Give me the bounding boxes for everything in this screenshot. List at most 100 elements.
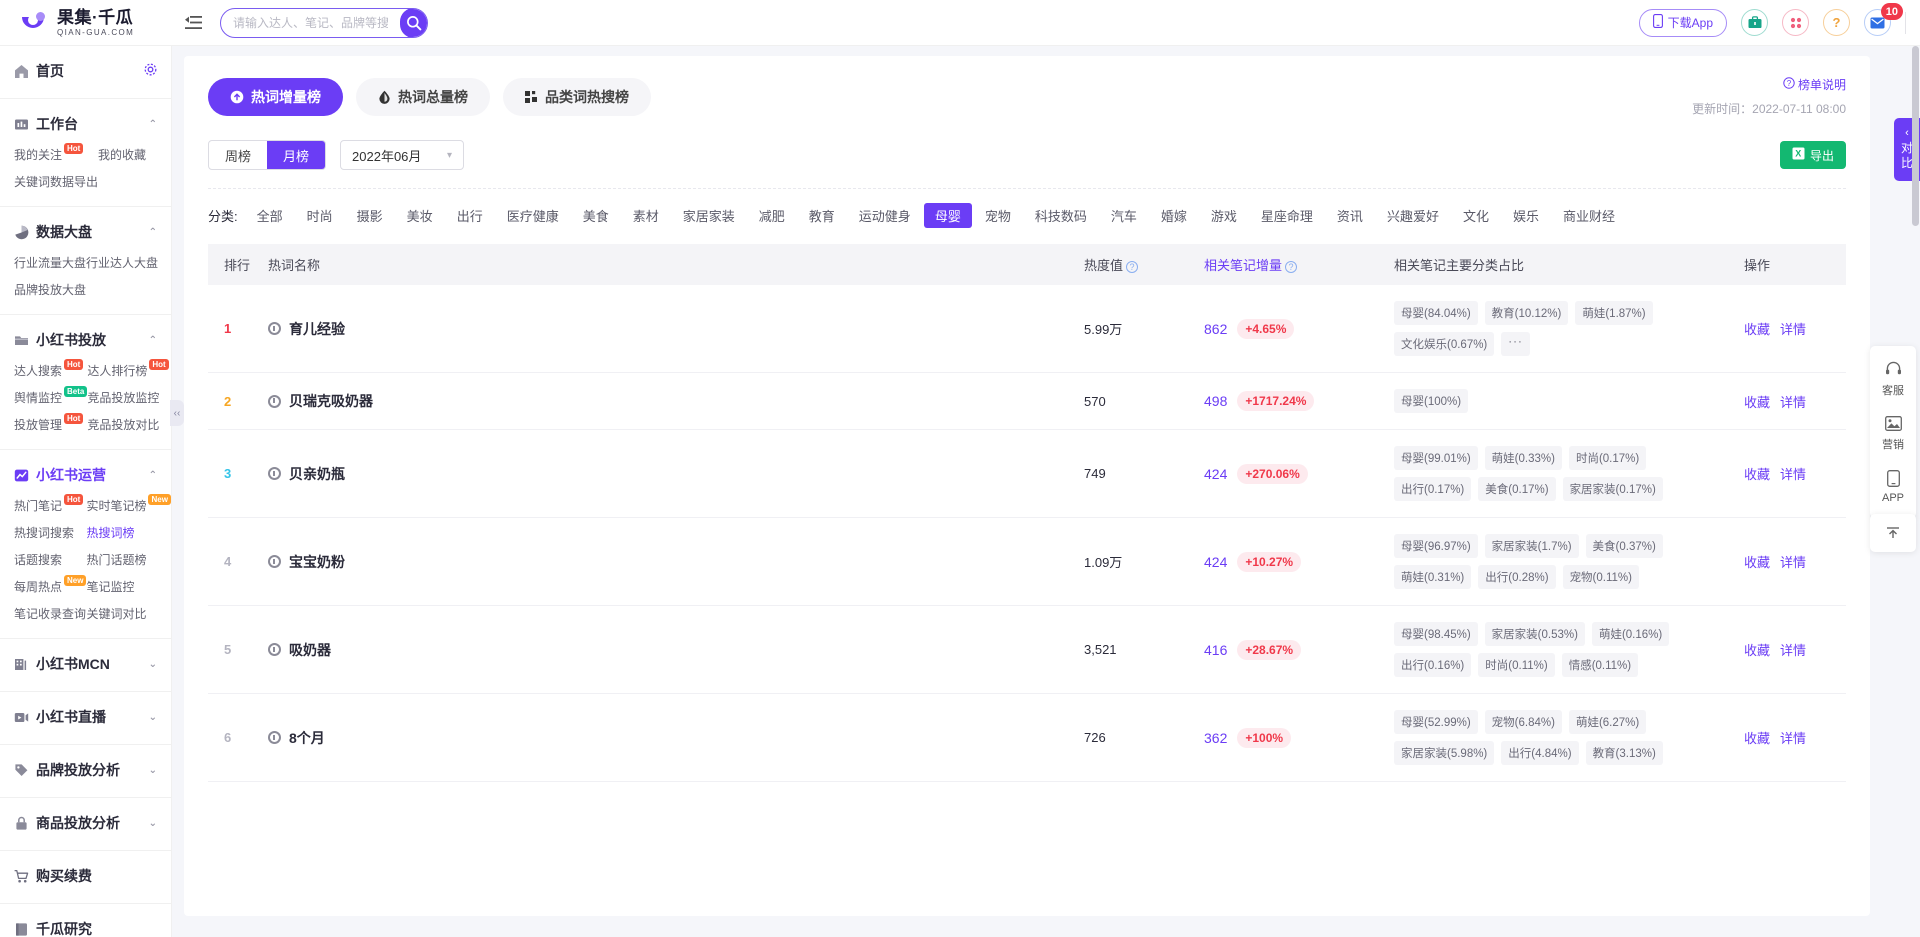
page-scrollbar[interactable] <box>1912 46 1919 226</box>
sidebar-item-话题搜索[interactable]: 话题搜索 <box>14 547 86 572</box>
detail-link[interactable]: 详情 <box>1780 731 1806 746</box>
nav-header-商品投放分析[interactable]: 商品投放分析 ⌄ <box>0 808 171 838</box>
sidebar-item-行业流量大盘[interactable]: 行业流量大盘 <box>14 250 86 275</box>
detail-link[interactable]: 详情 <box>1780 395 1806 410</box>
gear-icon[interactable] <box>144 63 157 79</box>
detail-link[interactable]: 详情 <box>1780 322 1806 337</box>
menu-fold-icon[interactable] <box>182 11 206 35</box>
help-icon[interactable]: ? <box>1823 9 1850 36</box>
category-教育[interactable]: 教育 <box>798 203 846 228</box>
global-search[interactable] <box>220 7 428 38</box>
chevron-up-icon[interactable]: ⌃ <box>149 470 157 481</box>
sidebar-collapse-handle[interactable]: ‹‹ <box>170 400 184 426</box>
chevron-up-icon[interactable]: ⌃ <box>149 119 157 130</box>
row-keyword-label[interactable]: 宝宝奶粉 <box>289 552 345 572</box>
sidebar-item-热搜词榜[interactable]: 热搜词榜 <box>86 520 170 545</box>
detail-link[interactable]: 详情 <box>1780 643 1806 658</box>
chevron-up-icon[interactable]: ⌃ <box>149 227 157 238</box>
sidebar-item-舆情监控[interactable]: 舆情监控 Beta <box>14 385 88 410</box>
category-filter[interactable]: 分类: 全部 时尚 摄影 美妆 出行 医疗健康 美食 素材 家居家装 减肥 教育 运动健身 母婴 宠物 科技… <box>208 189 1846 240</box>
row-keyword-label[interactable]: 贝亲奶瓶 <box>289 464 345 484</box>
sidebar-item-品牌投放大盘[interactable]: 品牌投放大盘 <box>14 277 86 302</box>
category-游戏[interactable]: 游戏 <box>1200 203 1248 228</box>
search-input[interactable] <box>221 8 400 37</box>
category-婚嫁[interactable]: 婚嫁 <box>1150 203 1198 228</box>
rail-item-APP[interactable]: APP <box>1870 461 1916 513</box>
chevron-down-icon[interactable]: ⌄ <box>149 659 157 670</box>
period-月榜[interactable]: 月榜 <box>267 141 326 169</box>
search-icon[interactable] <box>400 8 427 37</box>
sidebar[interactable]: 首页 工作台 ⌃ 我的关注 Hot 我的收藏 关键词数据导出 数据大盘 ⌃ 行业流量大盘 行业达人大… <box>0 46 172 937</box>
nav-header-工作台[interactable]: 工作台 ⌃ <box>0 109 171 139</box>
growth-help-icon[interactable]: ? <box>1285 260 1298 273</box>
tab-热词增量榜[interactable]: 热词增量榜 <box>208 78 343 116</box>
sidebar-item-每周热点[interactable]: 每周热点 New <box>14 574 87 599</box>
row-keyword-label[interactable]: 8个月 <box>289 728 325 748</box>
table-row[interactable]: 4 宝宝奶粉 1.09万 424 +10.27% 母婴(96.97%) 家居家装(1.7%)… <box>208 517 1846 606</box>
ranking-tabs[interactable]: 热词增量榜 热词总量榜 品类词热搜榜 <box>208 78 1846 116</box>
nav-header-千瓜研究[interactable]: 千瓜研究 <box>0 914 171 937</box>
tab-品类词热搜榜[interactable]: 品类词热搜榜 <box>503 78 651 116</box>
sidebar-item-热门话题榜[interactable]: 热门话题榜 <box>86 547 170 572</box>
category-医疗健康[interactable]: 医疗健康 <box>496 203 570 228</box>
sidebar-item-投放管理[interactable]: 投放管理 Hot <box>14 412 87 437</box>
category-商业财经[interactable]: 商业财经 <box>1552 203 1626 228</box>
favorite-link[interactable]: 收藏 <box>1744 467 1770 482</box>
sidebar-item-竞品投放监控[interactable]: 竞品投放监控 <box>87 385 168 410</box>
category-时尚[interactable]: 时尚 <box>296 203 344 228</box>
category-减肥[interactable]: 减肥 <box>748 203 796 228</box>
back-to-top-button[interactable] <box>1870 514 1916 552</box>
category-美妆[interactable]: 美妆 <box>396 203 444 228</box>
nav-header-小红书直播[interactable]: 小红书直播 ⌄ <box>0 702 171 732</box>
category-全部[interactable]: 全部 <box>246 203 294 228</box>
favorite-link[interactable]: 收藏 <box>1744 643 1770 658</box>
sidebar-item-达人搜索[interactable]: 达人搜索 Hot <box>14 358 87 383</box>
sidebar-item-热门笔记[interactable]: 热门笔记 Hot <box>14 493 86 518</box>
category-素材[interactable]: 素材 <box>622 203 670 228</box>
chevron-down-icon[interactable]: ⌄ <box>149 765 157 776</box>
category-科技数码[interactable]: 科技数码 <box>1024 203 1098 228</box>
more-categories-chip[interactable]: ··· <box>1501 332 1530 356</box>
sidebar-item-实时笔记榜[interactable]: 实时笔记榜 New <box>86 493 171 518</box>
month-select[interactable]: 2022年06月 ▾ <box>340 140 465 170</box>
sidebar-item-关键词对比[interactable]: 关键词对比 <box>86 601 170 626</box>
period-toggle[interactable]: 周榜 月榜 <box>208 140 327 170</box>
category-摄影[interactable]: 摄影 <box>346 203 394 228</box>
category-美食[interactable]: 美食 <box>572 203 620 228</box>
download-app-button[interactable]: 下载App <box>1638 8 1727 37</box>
table-row[interactable]: 5 吸奶器 3,521 416 +28.67% 母婴(98.45%) 家居家装(0.53%)… <box>208 605 1846 694</box>
category-星座命理[interactable]: 星座命理 <box>1250 203 1324 228</box>
chevron-down-icon[interactable]: ⌄ <box>149 818 157 829</box>
category-出行[interactable]: 出行 <box>446 203 494 228</box>
category-家居家装[interactable]: 家居家装 <box>672 203 746 228</box>
heat-help-icon[interactable]: ? <box>1126 260 1139 273</box>
sidebar-item-行业达人大盘[interactable]: 行业达人大盘 <box>86 250 158 275</box>
period-周榜[interactable]: 周榜 <box>209 141 267 169</box>
row-keyword-label[interactable]: 吸奶器 <box>289 640 331 660</box>
category-文化[interactable]: 文化 <box>1452 203 1500 228</box>
table-row[interactable]: 3 贝亲奶瓶 749 424 +270.06% 母婴(99.01%) 萌娃(0.33%) 时尚… <box>208 429 1846 518</box>
tab-热词总量榜[interactable]: 热词总量榜 <box>356 78 490 116</box>
rail-actions[interactable]: 客服 营销 APP <box>1870 346 1916 518</box>
category-母婴[interactable]: 母婴 <box>923 203 972 228</box>
category-兴趣爱好[interactable]: 兴趣爱好 <box>1376 203 1450 228</box>
nav-header-购买续费[interactable]: 购买续费 <box>0 861 171 891</box>
sidebar-item-我的收藏[interactable]: 我的收藏 <box>98 142 157 167</box>
rail-item-营销[interactable]: 营销 <box>1870 407 1916 461</box>
chevron-up-icon[interactable]: ⌃ <box>149 335 157 346</box>
sidebar-item-我的关注[interactable]: 我的关注 Hot <box>14 142 98 167</box>
mail-icon[interactable]: 10 <box>1864 3 1903 36</box>
category-资讯[interactable]: 资讯 <box>1326 203 1374 228</box>
grid-apps-icon[interactable] <box>1782 9 1809 36</box>
favorite-link[interactable]: 收藏 <box>1744 555 1770 570</box>
nav-header-首页[interactable]: 首页 <box>0 56 171 86</box>
nav-header-小红书运营[interactable]: 小红书运营 ⌃ <box>0 460 171 490</box>
nav-header-品牌投放分析[interactable]: 品牌投放分析 ⌄ <box>0 755 171 785</box>
detail-link[interactable]: 详情 <box>1780 555 1806 570</box>
table-row[interactable]: 1 育儿经验 5.99万 862 +4.65% 母婴(84.04%) 教育(10.12%) 萌… <box>208 285 1846 373</box>
category-运动健身[interactable]: 运动健身 <box>848 203 922 228</box>
sidebar-item-竞品投放对比[interactable]: 竞品投放对比 <box>87 412 168 437</box>
rank-explain-link[interactable]: ? 榜单说明 <box>1783 76 1846 93</box>
sidebar-item-达人排行榜[interactable]: 达人排行榜 Hot <box>87 358 169 383</box>
category-娱乐[interactable]: 娱乐 <box>1502 203 1550 228</box>
